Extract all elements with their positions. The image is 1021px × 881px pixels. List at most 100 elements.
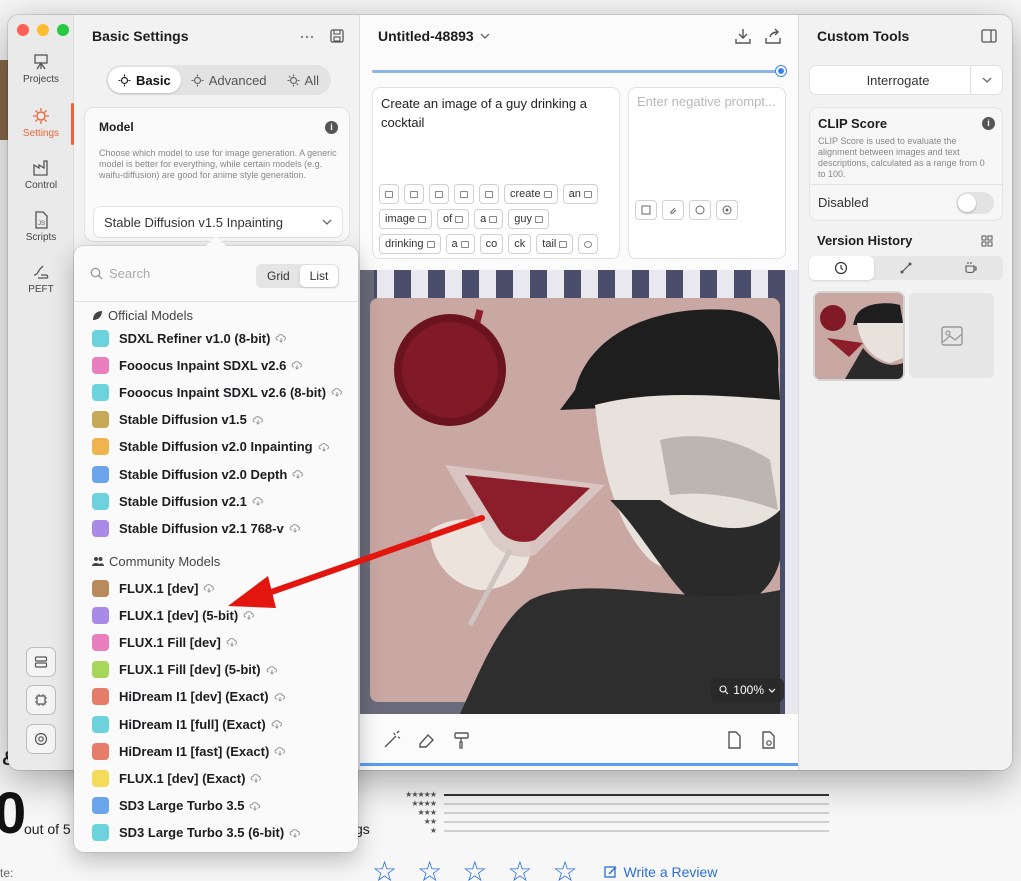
tab-coffee[interactable]	[938, 256, 1003, 280]
token-chip[interactable]: a	[474, 209, 504, 229]
model-option[interactable]: HiDream I1 [full] (Exact)	[92, 714, 283, 734]
model-option[interactable]: FLUX.1 [dev] (Exact)	[92, 768, 262, 788]
target-icon[interactable]	[716, 200, 738, 220]
close-window-button[interactable]	[17, 24, 29, 36]
model-option[interactable]: Fooocus Inpaint SDXL v2.6	[92, 355, 303, 375]
progress-knob[interactable]	[776, 66, 786, 76]
share-icon[interactable]	[764, 27, 782, 45]
token-chip[interactable]: a	[445, 234, 475, 254]
canvas-area: Untitled-48893 Create an image of a guy …	[360, 15, 798, 770]
model-option[interactable]: HiDream I1 [fast] (Exact)	[92, 741, 286, 761]
paint-roller-icon[interactable]	[452, 730, 472, 750]
document-icon[interactable]	[724, 730, 744, 750]
model-option[interactable]: Stable Diffusion v1.5	[92, 410, 264, 430]
token-chip[interactable]: create	[504, 184, 558, 204]
popover-arrow	[205, 236, 227, 247]
model-option[interactable]: HiDream I1 [dev] (Exact)	[92, 687, 286, 707]
model-option-label: Stable Diffusion v2.1 768-v	[119, 520, 284, 536]
more-icon[interactable]	[300, 35, 314, 39]
model-option[interactable]: SDXL Refiner v1.0 (8-bit)	[92, 328, 287, 348]
prompt-input[interactable]: Create an image of a guy drinking a cock…	[372, 87, 620, 259]
star-4-icon[interactable]: ☆	[507, 858, 532, 881]
star-5-icon[interactable]: ☆	[552, 858, 577, 881]
model-option[interactable]: SD3 Large Turbo 3.5	[92, 796, 261, 816]
model-color-swatch	[92, 519, 109, 537]
generated-image[interactable]: 100%	[360, 270, 798, 714]
server-button[interactable]	[26, 647, 56, 677]
token-chip[interactable]: of	[436, 209, 470, 229]
model-option[interactable]: FLUX.1 Fill [dev]	[92, 632, 238, 652]
star-1-icon[interactable]: ☆	[372, 858, 397, 881]
eraser-icon[interactable]	[416, 730, 436, 750]
clip-score-toggle[interactable]	[956, 191, 994, 214]
token-chip[interactable]	[404, 184, 424, 204]
document-title[interactable]: Untitled-48893	[378, 28, 490, 44]
cloud-download-icon	[291, 361, 303, 370]
model-option[interactable]: Stable Diffusion v2.1 768-v	[92, 518, 301, 538]
list-view-button[interactable]: List	[299, 265, 339, 287]
embed-icon[interactable]	[635, 200, 657, 220]
negative-prompt-input[interactable]: Enter negative prompt...	[628, 87, 786, 259]
minimize-window-button[interactable]	[37, 24, 49, 36]
token-chip[interactable]: ck	[508, 234, 532, 254]
token-chip[interactable]	[578, 234, 599, 254]
version-thumbnail[interactable]	[813, 291, 905, 381]
token-chip[interactable]: an	[562, 184, 598, 204]
chip-button[interactable]	[26, 685, 56, 715]
token-chip[interactable]	[454, 184, 474, 204]
model-option[interactable]: Stable Diffusion v2.0 Depth	[92, 464, 304, 484]
star-3-icon[interactable]: ☆	[462, 858, 487, 881]
grid-view-icon[interactable]	[981, 235, 993, 247]
model-option[interactable]: Fooocus Inpaint SDXL v2.6 (8-bit)	[92, 382, 343, 402]
model-option[interactable]: SD3 Large Turbo 3.5 (6-bit)	[92, 823, 301, 843]
prompt-tokens: create an image of a guy drinking a co c…	[379, 184, 615, 254]
model-card: Model i Choose which model to use for im…	[84, 107, 350, 242]
sidebar-toggle-icon[interactable]	[981, 29, 997, 43]
download-icon[interactable]	[734, 27, 752, 45]
token-chip[interactable]	[429, 184, 449, 204]
model-option[interactable]: FLUX.1 [dev] (5-bit)	[92, 605, 255, 625]
token-chip[interactable]: drinking	[379, 234, 441, 254]
info-icon[interactable]: i	[982, 117, 995, 130]
tab-basic[interactable]: Basic	[108, 67, 181, 93]
model-search-input[interactable]: Search	[90, 266, 150, 281]
divider	[74, 301, 358, 302]
tab-branches[interactable]	[874, 256, 939, 280]
token-chip[interactable]: guy	[508, 209, 550, 229]
model-option[interactable]: FLUX.1 [dev]	[92, 578, 215, 598]
document-settings-icon[interactable]	[758, 730, 778, 750]
sidebar-item-peft[interactable]: PEFT	[8, 263, 74, 295]
model-option[interactable]: FLUX.1 Fill [dev] (5-bit)	[92, 660, 278, 680]
sidebar-item-settings[interactable]: Settings	[8, 103, 74, 145]
write-review-link[interactable]: Write a Review	[603, 864, 717, 880]
rating-row-3: ★★★	[392, 808, 842, 817]
grid-view-button[interactable]: Grid	[257, 265, 300, 287]
model-option[interactable]: Stable Diffusion v2.0 Inpainting	[92, 437, 330, 457]
star-2-icon[interactable]: ☆	[417, 858, 442, 881]
model-option[interactable]: Stable Diffusion v2.1	[92, 491, 264, 511]
zoom-window-button[interactable]	[57, 24, 69, 36]
save-icon[interactable]	[329, 28, 345, 44]
token-chip[interactable]: image	[379, 209, 432, 229]
token-chip[interactable]	[379, 184, 399, 204]
info-icon[interactable]: i	[325, 121, 338, 134]
attach-icon[interactable]	[662, 200, 684, 220]
tab-history[interactable]	[809, 256, 874, 280]
play-icon[interactable]	[689, 200, 711, 220]
sidebar-item-control[interactable]: Control	[8, 159, 74, 191]
magic-wand-icon[interactable]	[382, 730, 402, 750]
tab-advanced[interactable]: Advanced	[181, 67, 277, 93]
model-color-swatch	[92, 329, 109, 347]
token-chip[interactable]	[479, 184, 499, 204]
interrogate-select[interactable]: Interrogate	[809, 65, 1003, 95]
sidebar-item-projects[interactable]: Projects	[8, 53, 74, 85]
model-select[interactable]: Stable Diffusion v1.5 Inpainting	[93, 206, 343, 238]
sidebar-item-scripts[interactable]: JS Scripts	[8, 211, 74, 243]
account-button[interactable]	[26, 724, 56, 754]
token-chip[interactable]: co	[479, 234, 504, 254]
token-chip[interactable]: tail	[536, 234, 574, 254]
zoom-control[interactable]: 100%	[711, 678, 784, 702]
version-placeholder[interactable]	[909, 293, 994, 378]
clip-score-card: CLIP Score i CLIP Score is used to evalu…	[809, 107, 1003, 221]
tab-all[interactable]: All	[277, 67, 329, 93]
